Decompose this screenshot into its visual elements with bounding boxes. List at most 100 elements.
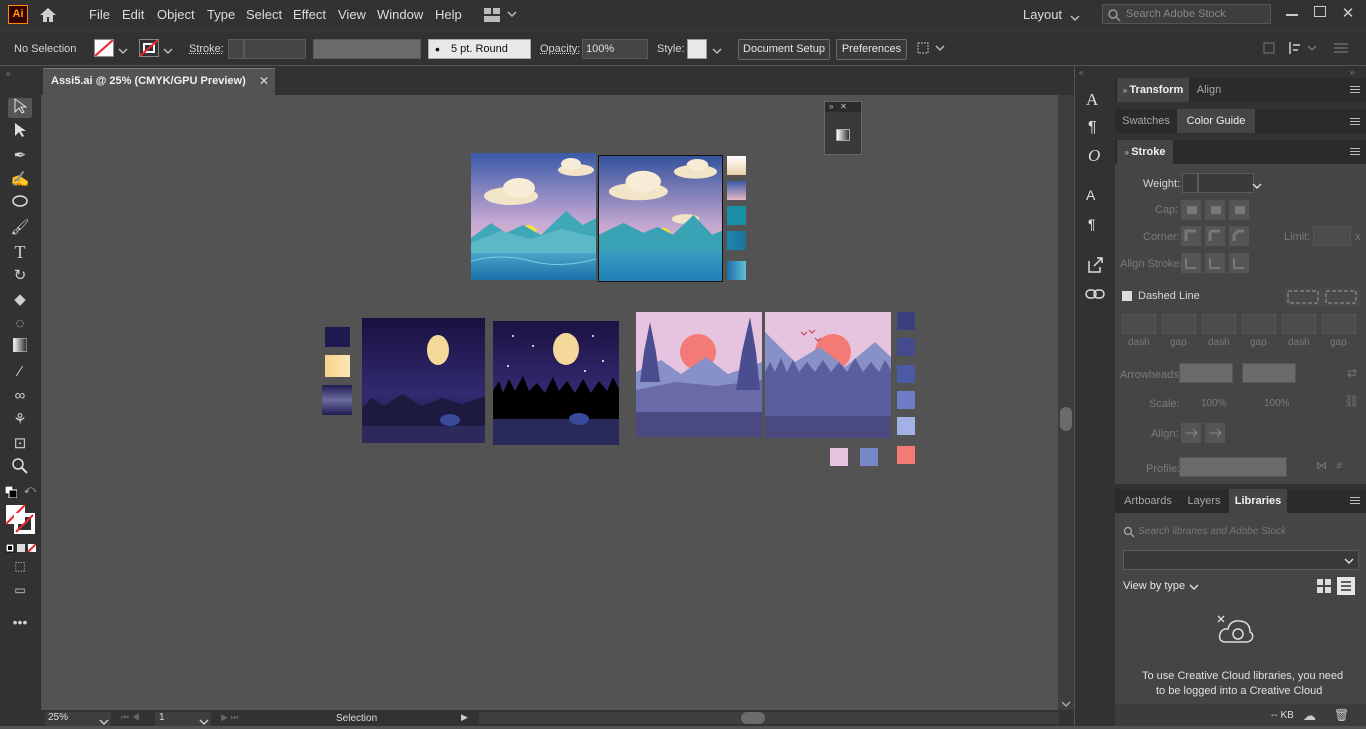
fill-swatch[interactable] bbox=[94, 39, 114, 57]
close-window-button[interactable]: ✕ bbox=[1340, 4, 1356, 22]
rotate-tool-icon[interactable]: ↻ bbox=[8, 266, 32, 286]
library-search-input[interactable]: Search libraries and Adobe Stock bbox=[1138, 526, 1286, 537]
pen-tool-icon[interactable]: ✒ bbox=[8, 146, 32, 166]
first-artboard-icon[interactable]: ⏮ ◀ bbox=[121, 712, 140, 723]
panel-menu-icon[interactable] bbox=[1350, 86, 1360, 87]
arrowhead-end-select[interactable] bbox=[1242, 363, 1296, 383]
gradient-tool-icon[interactable] bbox=[8, 337, 32, 358]
stroke-swatch[interactable] bbox=[139, 39, 159, 57]
align-stroke-buttons[interactable] bbox=[1181, 253, 1249, 273]
tab-color-guide[interactable]: Color Guide bbox=[1177, 109, 1255, 133]
dash-field-1[interactable] bbox=[1122, 314, 1156, 334]
restore-button[interactable] bbox=[1314, 6, 1326, 17]
paragraph-styles-icon[interactable]: ¶ bbox=[1088, 216, 1096, 232]
character-panel-icon[interactable]: A bbox=[1086, 90, 1098, 110]
variable-width-profile[interactable] bbox=[313, 39, 421, 59]
ellipse-tool-icon[interactable] bbox=[8, 194, 32, 214]
scale-start-field[interactable]: 100% bbox=[1201, 398, 1227, 409]
swatch-indigo-2[interactable] bbox=[897, 338, 915, 356]
tab-swatches[interactable]: Swatches bbox=[1117, 109, 1175, 133]
chevron-down-icon[interactable] bbox=[1252, 179, 1262, 193]
chevron-down-icon[interactable] bbox=[199, 715, 209, 729]
chevron-down-icon[interactable] bbox=[118, 44, 128, 58]
stroke-weight-stepper[interactable] bbox=[228, 39, 244, 59]
tab-libraries[interactable]: Libraries bbox=[1229, 489, 1287, 513]
swatch-pink-light[interactable] bbox=[830, 448, 848, 466]
tab-layers[interactable]: Layers bbox=[1179, 489, 1229, 513]
panel-menu-icon[interactable] bbox=[1350, 148, 1360, 149]
arrange-icon[interactable] bbox=[916, 40, 946, 56]
swatch-indigo-1[interactable] bbox=[897, 312, 915, 330]
dash-field-2[interactable] bbox=[1202, 314, 1236, 334]
swap-colors-icon[interactable]: ⤺ bbox=[24, 484, 36, 497]
artboard-canvas[interactable]: » ✕ bbox=[41, 95, 1058, 710]
tab-artboards[interactable]: Artboards bbox=[1117, 489, 1179, 513]
export-icon[interactable] bbox=[1086, 256, 1104, 274]
menu-select[interactable]: Select bbox=[246, 7, 282, 22]
chevron-down-icon[interactable] bbox=[1070, 11, 1080, 22]
arrange-documents-icon[interactable] bbox=[484, 8, 518, 22]
paintbrush-tool-icon[interactable]: 🖌 bbox=[8, 218, 32, 238]
artboard-tool-icon[interactable]: ⊡ bbox=[8, 434, 32, 454]
menu-type[interactable]: Type bbox=[207, 7, 235, 22]
panel-menu-icon[interactable] bbox=[1350, 497, 1360, 498]
artwork-pink-forest-1[interactable] bbox=[636, 312, 762, 437]
paragraph-panel-icon[interactable]: ¶ bbox=[1088, 119, 1097, 137]
align-tools-icon[interactable] bbox=[1262, 40, 1352, 56]
edit-toolbar-icon[interactable]: ••• bbox=[8, 612, 32, 632]
swatch-night-gradient[interactable] bbox=[322, 385, 352, 415]
vertical-scrollbar[interactable] bbox=[1058, 95, 1074, 710]
collapse-panels-icon[interactable]: » bbox=[1350, 68, 1354, 77]
swatch-teal[interactable] bbox=[727, 206, 746, 225]
status-menu-icon[interactable]: ▶ bbox=[461, 712, 468, 723]
zoom-tool-icon[interactable] bbox=[8, 458, 32, 478]
scale-end-field[interactable]: 100% bbox=[1264, 398, 1290, 409]
workspace-switcher[interactable]: Layout bbox=[1023, 7, 1062, 22]
opacity-field[interactable]: 100% bbox=[582, 39, 648, 59]
direct-selection-tool-icon[interactable] bbox=[8, 122, 32, 142]
screen-mode-icon[interactable]: ▭ bbox=[8, 580, 32, 600]
current-tool-status[interactable]: Selection bbox=[336, 713, 377, 724]
dash-field-3[interactable] bbox=[1282, 314, 1316, 334]
artwork-mountain-day-2[interactable] bbox=[598, 155, 723, 282]
menu-view[interactable]: View bbox=[338, 7, 366, 22]
gap-field-3[interactable] bbox=[1322, 314, 1356, 334]
gradient-icon[interactable] bbox=[836, 129, 850, 141]
link-scale-icon[interactable]: ⛓ bbox=[1344, 394, 1359, 408]
list-view-icon[interactable] bbox=[1337, 577, 1355, 595]
color-mode-buttons[interactable] bbox=[5, 542, 37, 553]
symbol-sprayer-tool-icon[interactable]: ⚘ bbox=[8, 410, 32, 430]
trash-icon[interactable]: 🗑 bbox=[1334, 708, 1349, 722]
draw-mode-icon[interactable]: ⬚ bbox=[8, 556, 32, 576]
character-styles-icon[interactable]: A bbox=[1086, 187, 1095, 203]
swatch-lavender[interactable] bbox=[897, 417, 915, 435]
swatch-gradient-sky[interactable] bbox=[727, 156, 746, 175]
swatch-blue-1[interactable] bbox=[897, 365, 915, 383]
type-tool-icon[interactable]: T bbox=[8, 242, 32, 262]
opacity-label[interactable]: Opacity: bbox=[540, 43, 580, 55]
arrow-align-buttons[interactable] bbox=[1181, 423, 1225, 443]
swatch-coral[interactable] bbox=[897, 446, 915, 464]
document-setup-button[interactable]: Document Setup bbox=[738, 39, 830, 60]
chevron-down-icon[interactable] bbox=[1189, 583, 1199, 591]
preferences-button[interactable]: Preferences bbox=[836, 39, 907, 60]
swatch-teal-gradient[interactable] bbox=[727, 231, 746, 250]
flip-profile-icons[interactable]: ⋈ ≠ bbox=[1316, 459, 1342, 472]
eraser-tool-icon[interactable]: ◆ bbox=[8, 290, 32, 310]
menu-object[interactable]: Object bbox=[157, 7, 195, 22]
eyedropper-tool-icon[interactable]: ⁄ bbox=[8, 362, 32, 382]
gap-field-2[interactable] bbox=[1242, 314, 1276, 334]
artwork-night-1[interactable] bbox=[362, 318, 485, 443]
document-tab[interactable]: Assi5.ai @ 25% (CMYK/GPU Preview) ✕ bbox=[43, 68, 275, 95]
links-icon[interactable] bbox=[1085, 288, 1105, 300]
minimize-button[interactable] bbox=[1286, 14, 1298, 16]
tab-align[interactable]: Align bbox=[1189, 78, 1229, 102]
stroke-weight-field[interactable] bbox=[244, 39, 306, 59]
lasso-tool-icon[interactable]: ◌ bbox=[8, 314, 32, 334]
gap-field-1[interactable] bbox=[1162, 314, 1196, 334]
swap-arrowheads-icon[interactable]: ⇄ bbox=[1347, 366, 1357, 380]
graphic-style-swatch[interactable] bbox=[687, 39, 707, 59]
chevron-down-icon[interactable] bbox=[712, 44, 722, 58]
swatch-moon-yellow[interactable] bbox=[325, 355, 350, 377]
blend-tool-icon[interactable]: ∞ bbox=[8, 386, 32, 406]
